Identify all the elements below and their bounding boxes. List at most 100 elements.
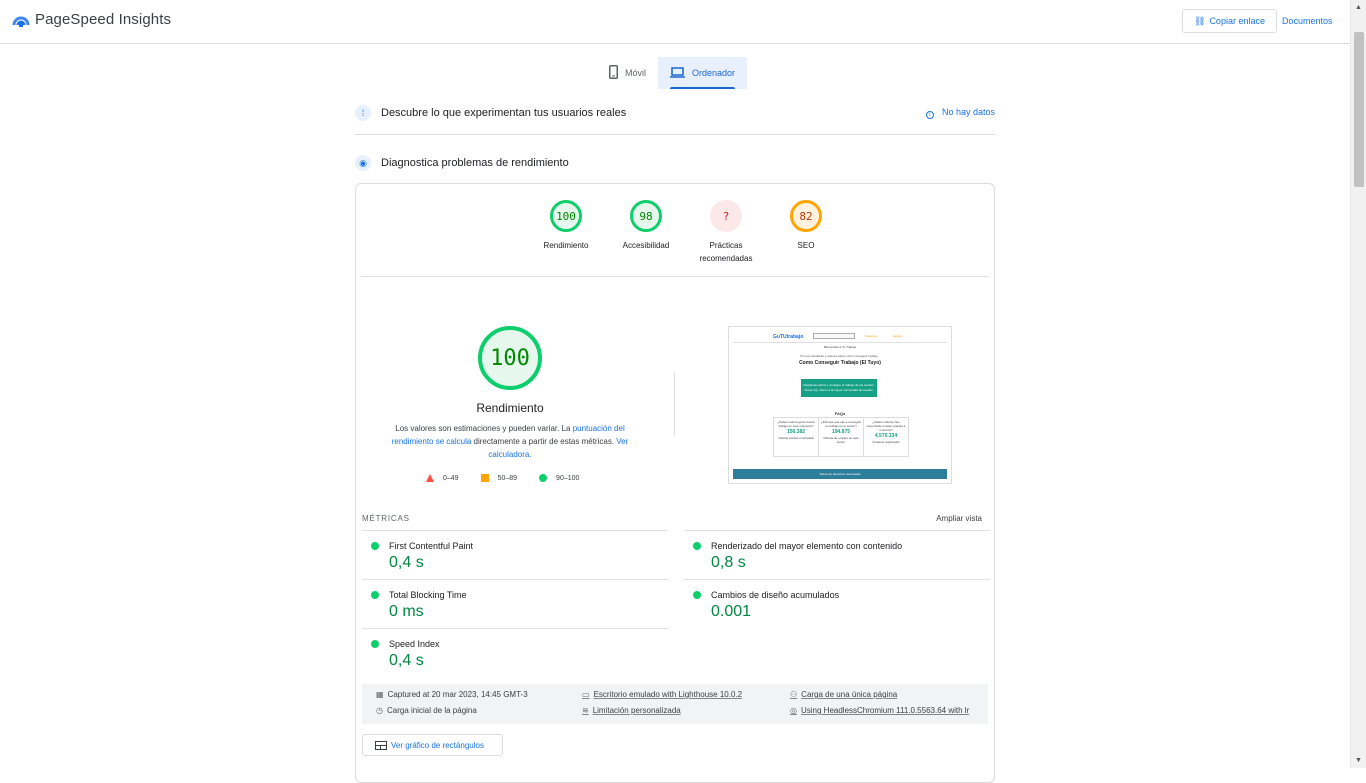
docs-link[interactable]: Documentos <box>1282 16 1333 26</box>
wifi-icon: ≋ <box>582 706 589 715</box>
preview-footer: Todos los derechos reservados <box>733 469 947 479</box>
gauge-seo[interactable]: 82 SEO <box>766 200 846 265</box>
preview-header: GuTUtrabajo Nosotros Ayuda <box>733 331 947 343</box>
metric-value: 0,4 s <box>389 554 424 571</box>
scroll-up-icon[interactable]: ▲ <box>1355 4 1362 11</box>
preview-faq-col: ¿Piensas que vas a conseguir un trabajo … <box>819 418 864 456</box>
triangle-icon <box>426 474 434 482</box>
legend-good: 90–100 <box>539 474 579 482</box>
browser-info[interactable]: ◎ Using HeadlessChromium 111.0.5563.64 wi… <box>790 706 969 715</box>
tab-desktop[interactable]: Ordenador <box>658 57 748 89</box>
metric-name: Renderizado del mayor elemento con conte… <box>711 541 903 551</box>
throttling-text: Limitación personalizada <box>592 706 681 715</box>
preview-faq-q: ¿Piensas que vas a conseguir un trabajo … <box>820 420 862 428</box>
report-card: 100 Rendimiento 98 Accesibilidad ? Práct… <box>355 183 995 783</box>
section-divider <box>355 134 995 135</box>
info-icon: i <box>925 111 934 119</box>
good-circle-icon <box>693 591 701 599</box>
emulation-text: Escritorio emulado with Lighthouse 10.0.… <box>593 690 743 699</box>
final-screenshot[interactable]: GuTUtrabajo Nosotros Ayuda Bienvenido a … <box>728 326 952 484</box>
preview-faq-note: Ofertas activas en España <box>778 436 814 440</box>
good-circle-icon <box>371 591 379 599</box>
gauge-seo-score: 82 <box>790 200 822 232</box>
captured-text: Captured at 20 mar 2023, 14:45 GMT-3 <box>387 690 528 699</box>
lab-data-title: Diagnostica problemas de rendimiento <box>381 157 569 169</box>
metric-tbt: Total Blocking Time 0 ms <box>362 579 668 628</box>
page-scrollbar[interactable]: ▲ ▼ <box>1350 0 1366 768</box>
device-tabs: Móvil Ordenador <box>597 57 748 89</box>
legend-good-label: 90–100 <box>556 474 580 482</box>
gauge-performance-label: Rendimiento <box>543 241 589 250</box>
gauge-best-practices[interactable]: ? Prácticas recomendadas <box>686 200 766 265</box>
preview-brand: GuTUtrabajo <box>773 334 804 340</box>
preview-welcome: Bienvenido a Tu Trabajo <box>823 345 857 349</box>
preview-faq-col: ¿Sabes cuántos han encontrado empleo gra… <box>864 418 908 456</box>
psi-logo[interactable]: PageSpeed Insights <box>12 11 171 28</box>
expand-view-toggle[interactable]: Ampliar vista <box>936 514 982 523</box>
treemap-label: Ver gráfico de rectángulos <box>391 740 484 750</box>
metric-fcp: First Contentful Paint 0,4 s <box>362 530 668 579</box>
pagespeed-logo-icon <box>12 16 30 27</box>
users-icon: ⁞ <box>355 105 371 121</box>
preview-faq-columns: ¿Sabes cuánta gente busca trabajo en est… <box>773 417 909 457</box>
copy-link-button[interactable]: ⛓ Copiar enlace <box>1182 9 1277 33</box>
link-icon: ⛓ <box>1194 15 1206 26</box>
emulation-info[interactable]: ▭ Escritorio emulado with Lighthouse 10.0… <box>582 690 742 699</box>
metric-si: Speed Index 0,4 s <box>362 628 668 677</box>
no-data-label: No hay datos <box>941 107 995 117</box>
single-load-info[interactable]: ⚇ Carga de una única página <box>790 690 897 699</box>
lab-data-section: ◉ Diagnostica problemas de rendimiento <box>355 155 995 171</box>
metric-name: Cambios de diseño acumulados <box>711 590 840 600</box>
legend-average-label: 50–89 <box>497 474 518 482</box>
metrics-header: MÉTRICAS <box>362 514 410 523</box>
metric-value: 0,4 s <box>389 652 424 669</box>
tab-desktop-label: Ordenador <box>692 68 736 78</box>
good-circle-icon <box>371 640 379 648</box>
preview-faq-col: ¿Sabes cuánta gente busca trabajo en est… <box>774 418 819 456</box>
metric-name: First Contentful Paint <box>389 541 474 551</box>
metric-cls: Cambios de diseño acumulados 0.001 <box>684 579 990 628</box>
preview-faq-q: ¿Sabes cuántos han encontrado empleo gra… <box>866 420 906 432</box>
performance-big-gauge: 100 <box>478 326 542 390</box>
gauge-best-practices-label: Prácticas recomendadas <box>699 241 753 263</box>
calendar-icon: ▦ <box>376 690 384 699</box>
metric-name: Total Blocking Time <box>389 590 467 600</box>
gauge-accessibility-label: Accesibilidad <box>622 241 670 250</box>
score-gauges: 100 Rendimiento 98 Accesibilidad ? Práct… <box>526 200 846 265</box>
treemap-icon <box>375 740 387 750</box>
legend-poor-label: 0–49 <box>443 474 459 482</box>
metric-name: Speed Index <box>389 639 440 649</box>
preview-headline: Como Conseguir Trabajo (El Tuyo) <box>799 360 881 366</box>
field-data-title: Descubre lo que experimentan tus usuario… <box>381 107 627 119</box>
preview-faqs-title: FAQs <box>834 411 846 416</box>
legend-poor: 0–49 <box>426 474 459 482</box>
good-circle-icon <box>693 542 701 550</box>
preview-search <box>813 333 855 339</box>
tab-mobile[interactable]: Móvil <box>597 57 658 89</box>
desc-text-2: directamente a partir de estas métricas. <box>471 437 617 446</box>
initial-load-info: ◷ Carga inicial de la página <box>376 706 477 715</box>
preview-faq-n: 156.382 <box>786 429 806 435</box>
copy-link-label: Copiar enlace <box>1209 16 1265 26</box>
gauge-seo-label: SEO <box>797 241 815 250</box>
gauge-best-practices-score: ? <box>710 200 742 232</box>
throttling-info[interactable]: ≋ Limitación personalizada <box>582 706 681 715</box>
timer-icon: ◷ <box>376 706 383 715</box>
performance-big-label: Rendimiento <box>476 401 544 415</box>
captured-info: ▦ Captured at 20 mar 2023, 14:45 GMT-3 <box>376 690 528 699</box>
good-circle-icon <box>371 542 379 550</box>
gauge-accessibility[interactable]: 98 Accesibilidad <box>606 200 686 265</box>
performance-description: Los valores son estimaciones y pueden va… <box>386 422 634 461</box>
treemap-button[interactable]: Ver gráfico de rectángulos <box>362 734 503 756</box>
preview-faq-n: 194.875 <box>831 429 851 435</box>
scroll-down-icon[interactable]: ▼ <box>1355 757 1362 764</box>
phone-icon <box>609 65 618 81</box>
laptop-icon <box>670 66 686 80</box>
gauge-performance[interactable]: 100 Rendimiento <box>526 200 606 265</box>
square-icon <box>480 474 489 482</box>
diagnose-icon: ◉ <box>355 155 371 171</box>
no-data-link[interactable]: i No hay datos <box>925 107 995 119</box>
single-load-text: Carga de una única página <box>801 690 898 699</box>
scrollbar-thumb[interactable] <box>1354 32 1364 187</box>
vertical-separator <box>674 372 675 436</box>
